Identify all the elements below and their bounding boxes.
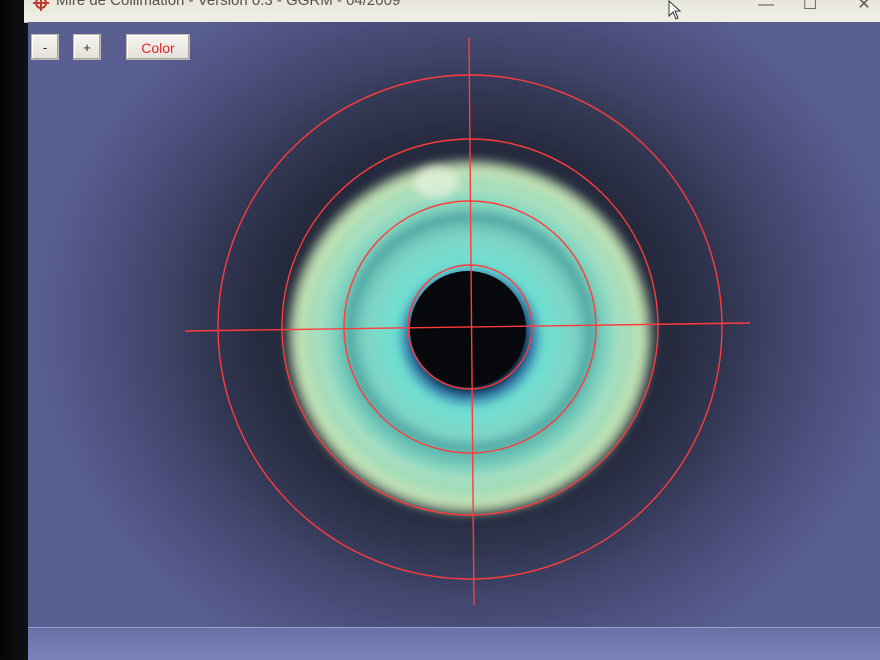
status-area — [28, 627, 880, 660]
pupil — [410, 271, 526, 387]
telescope-image — [170, 37, 770, 606]
app-icon — [33, 0, 49, 11]
minimize-button[interactable]: — — [752, 0, 780, 14]
screen: Mire de Collimation - Version 0.3 - GGRM… — [0, 0, 880, 660]
collimation-view[interactable]: - + Color — [28, 22, 880, 627]
monitor-bezel — [0, 0, 30, 660]
window-title: Mire de Collimation - Version 0.3 - GGRM… — [56, 0, 401, 9]
title-bar[interactable]: Mire de Collimation - Version 0.3 - GGRM… — [24, 0, 880, 23]
maximize-button[interactable]: ☐ — [796, 0, 824, 14]
mouse-cursor-icon — [668, 0, 682, 20]
close-button[interactable]: ✕ — [850, 0, 878, 14]
